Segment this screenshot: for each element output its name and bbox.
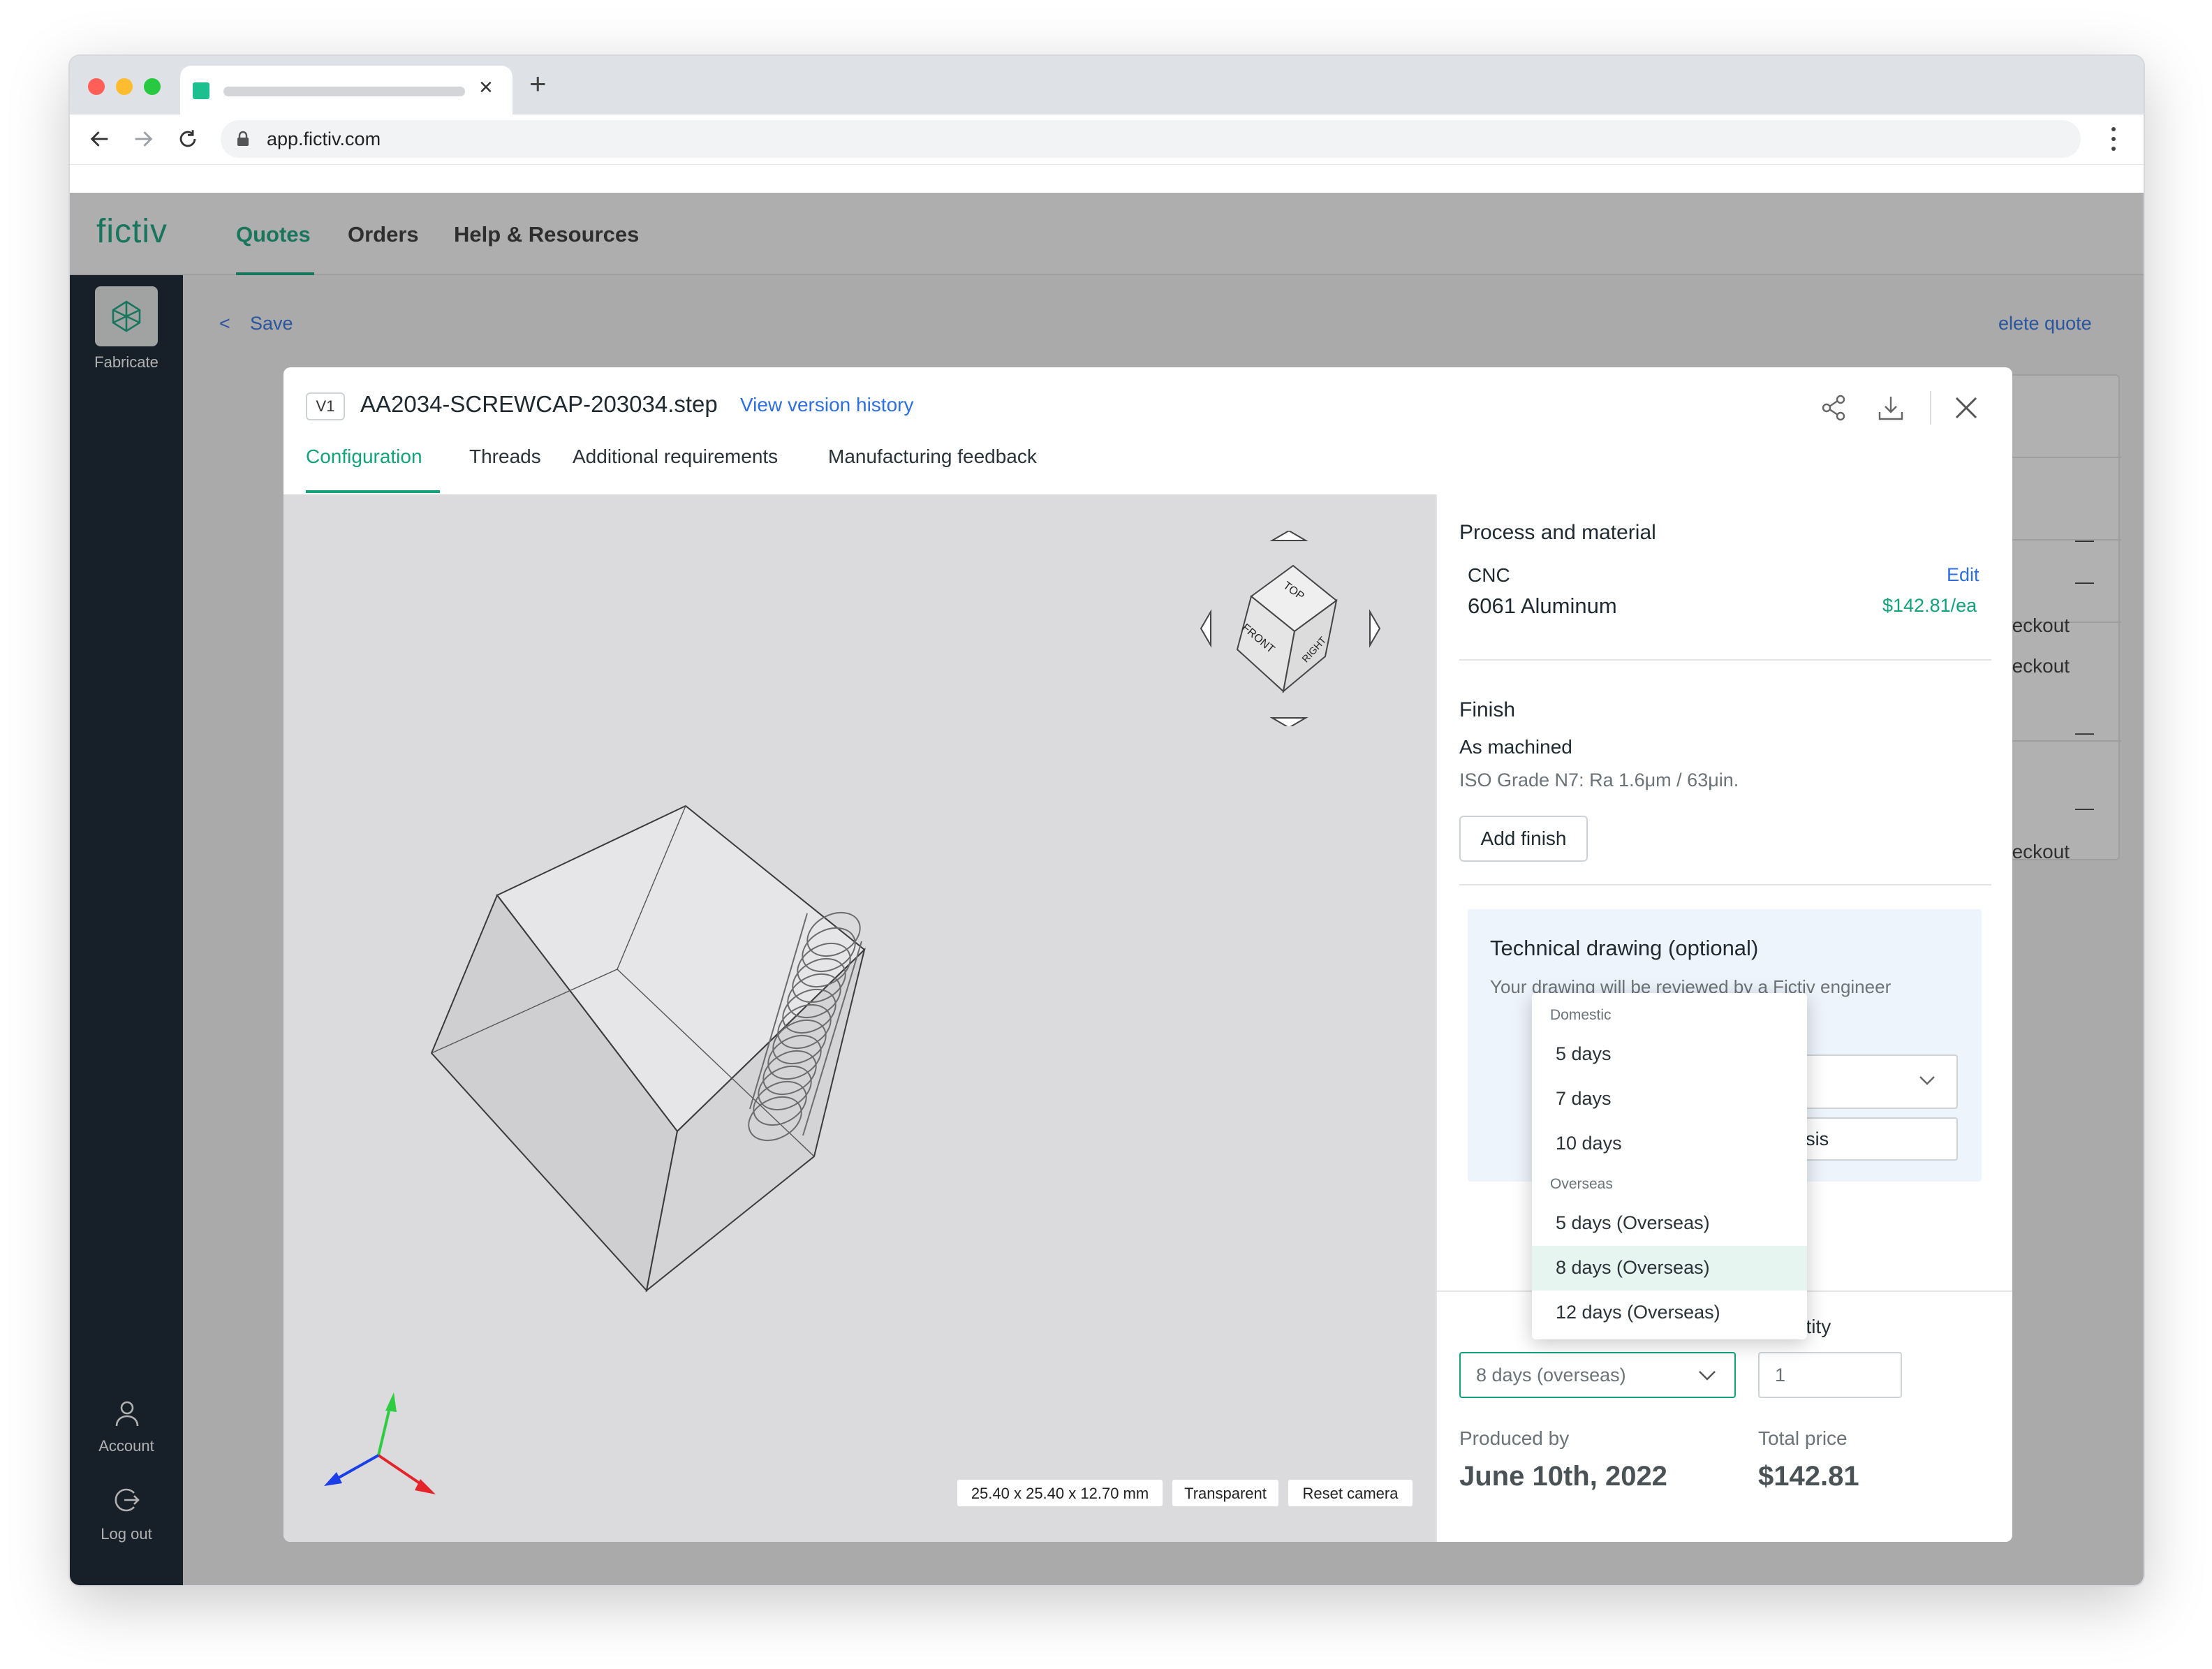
version-badge: V1 (306, 392, 345, 420)
material-name: 6061 Aluminum (1468, 594, 1617, 618)
browser-menu-icon[interactable] (2111, 127, 2116, 151)
tab-title-placeholder (223, 87, 465, 96)
dimensions-label: 25.40 x 25.40 x 12.70 mm (957, 1479, 1163, 1507)
dropdown-option[interactable]: 10 days (1532, 1122, 1807, 1166)
tab-close-icon[interactable]: × (479, 74, 493, 101)
forward-arrow-icon[interactable] (131, 127, 155, 151)
rotate-right-arrow-icon (1369, 609, 1381, 648)
lead-time-select[interactable]: 8 days (overseas) (1459, 1352, 1736, 1398)
view-cube[interactable]: TOP FRONT RIGHT (1200, 531, 1381, 726)
produced-by-date: June 10th, 2022 (1459, 1461, 1667, 1492)
finish-description: ISO Grade N7: Ra 1.6μm / 63μin. (1459, 770, 1739, 791)
lead-time-selected-value: 8 days (overseas) (1476, 1365, 1626, 1385)
close-window-dot[interactable] (88, 78, 105, 95)
transparent-button[interactable]: Transparent (1172, 1479, 1279, 1507)
version-history-link[interactable]: View version history (740, 394, 913, 416)
technical-drawing-heading: Technical drawing (optional) (1490, 936, 1759, 960)
dropdown-option[interactable]: 5 days (Overseas) (1532, 1201, 1807, 1246)
active-tab-indicator (306, 490, 440, 493)
total-price-label: Total price (1758, 1427, 1848, 1449)
process-name: CNC (1468, 564, 1510, 586)
file-name: AA2034-SCREWCAP-203034.step (360, 391, 718, 417)
browser-toolbar: app.fictiv.com (70, 115, 2144, 165)
dropdown-group-overseas: Overseas (1550, 1176, 1613, 1192)
lead-time-dropdown: Domestic 5 days 7 days 10 days Overseas … (1532, 993, 1807, 1339)
process-material-heading: Process and material (1459, 521, 1656, 544)
chevron-down-icon (1919, 1076, 1935, 1085)
browser-tab-strip: × + (70, 56, 2144, 115)
chevron-down-icon (1699, 1371, 1716, 1381)
rotate-left-arrow-icon (1200, 609, 1211, 648)
add-finish-button[interactable]: Add finish (1459, 816, 1588, 862)
minimize-window-dot[interactable] (116, 78, 133, 95)
dropdown-option[interactable]: 12 days (Overseas) (1532, 1291, 1807, 1335)
maximize-window-dot[interactable] (144, 78, 161, 95)
download-icon[interactable] (1877, 394, 1905, 422)
axis-gizmo (324, 1392, 436, 1494)
tab-threads[interactable]: Threads (469, 446, 541, 468)
back-arrow-icon[interactable] (88, 127, 112, 151)
close-icon[interactable] (1952, 394, 1980, 422)
rotate-up-arrow-icon (1269, 531, 1308, 541)
favicon-icon (193, 82, 209, 99)
quantity-input[interactable]: 1 (1758, 1352, 1902, 1398)
dropdown-option-highlighted[interactable]: 8 days (Overseas) (1532, 1246, 1807, 1291)
browser-window: × + app.fictiv.com fictiv Quotes Orders … (70, 56, 2144, 1585)
tab-configuration[interactable]: Configuration (306, 446, 422, 468)
total-price-value: $142.81 (1758, 1461, 1859, 1492)
lock-icon (237, 131, 249, 146)
dropdown-option[interactable]: 7 days (1532, 1077, 1807, 1122)
fictiv-app: fictiv Quotes Orders Help & Resources Fa… (70, 193, 2144, 1585)
dropdown-option[interactable]: 5 days (1532, 1032, 1807, 1077)
address-bar[interactable]: app.fictiv.com (221, 120, 2081, 158)
edit-process-link[interactable]: Edit (1947, 564, 1979, 586)
finish-heading: Finish (1459, 698, 1516, 721)
unit-price: $142.81/ea (1882, 595, 1977, 616)
tab-manufacturing-feedback[interactable]: Manufacturing feedback (828, 446, 1037, 468)
produced-by-label: Produced by (1459, 1427, 1570, 1449)
reset-camera-button[interactable]: Reset camera (1288, 1479, 1413, 1507)
3d-viewer[interactable]: TOP FRONT RIGHT 25.40 x 25.40 x 12.70 mm… (283, 494, 1436, 1542)
finish-name: As machined (1459, 736, 1572, 758)
share-icon[interactable] (1820, 394, 1848, 422)
new-tab-icon[interactable]: + (529, 67, 547, 101)
part-config-modal: V1 AA2034-SCREWCAP-203034.step View vers… (283, 367, 2012, 1542)
browser-tab[interactable]: × (180, 66, 513, 115)
url-text: app.fictiv.com (267, 128, 381, 149)
dropdown-group-domestic: Domestic (1550, 1007, 1612, 1023)
rotate-down-arrow-icon (1269, 717, 1308, 726)
tab-additional-requirements[interactable]: Additional requirements (573, 446, 778, 468)
reload-icon[interactable] (176, 127, 200, 151)
